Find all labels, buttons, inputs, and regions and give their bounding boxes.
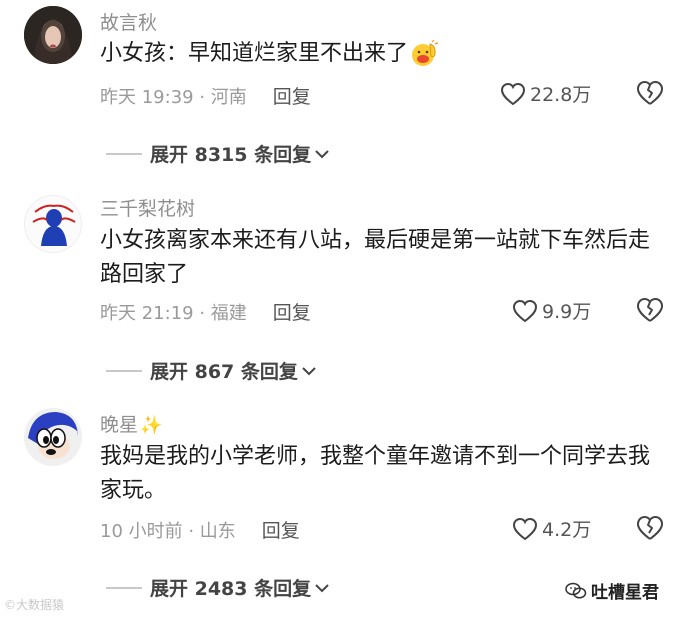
username[interactable]: 三千梨花树 xyxy=(100,194,195,221)
reply-button[interactable]: 回复 xyxy=(273,298,311,325)
time-location: 10 小时前 · 山东 xyxy=(100,520,236,542)
username[interactable]: 晚星 ✨ xyxy=(100,410,162,437)
broken-heart-icon xyxy=(637,298,663,322)
divider-line xyxy=(106,369,142,372)
watermark-left: ©大数据猿 xyxy=(4,598,65,612)
like-button[interactable]: 4.2万 xyxy=(512,515,591,542)
like-count: 9.9万 xyxy=(542,301,592,323)
expand-replies-label: 展开 867 条回复 xyxy=(150,361,298,383)
like-button[interactable]: 9.9万 xyxy=(512,297,591,324)
time-location: 昨天 19:39 · 河南 xyxy=(100,86,247,108)
expand-replies-label: 展开 2483 条回复 xyxy=(150,578,312,600)
comment-meta: 昨天 19:39 · 河南 回复 xyxy=(100,82,311,109)
username-text: 晚星 xyxy=(100,414,139,436)
divider-line xyxy=(106,152,142,155)
dislike-button[interactable] xyxy=(636,297,664,327)
dislike-button[interactable] xyxy=(636,80,664,110)
comment-meta: 10 小时前 · 山东 回复 xyxy=(100,516,300,543)
reply-button[interactable]: 回复 xyxy=(273,82,311,109)
like-button[interactable]: 22.8万 xyxy=(500,80,591,107)
comment-meta: 昨天 21:19 · 福建 回复 xyxy=(100,298,311,325)
heart-outline-icon xyxy=(512,299,538,322)
username[interactable]: 故言秋 xyxy=(100,8,157,35)
expand-replies-button[interactable]: 展开 867 条回复 xyxy=(106,357,317,384)
wechat-icon xyxy=(565,582,587,599)
chevron-down-icon xyxy=(302,366,316,375)
expand-replies-button[interactable]: 展开 2483 条回复 xyxy=(106,574,330,601)
broken-heart-icon xyxy=(637,81,663,105)
comment-text: 我妈是我的小学老师，我整个童年邀请不到一个同学去我家玩。 xyxy=(100,444,651,503)
comment-text: 小女孩离家本来还有八站，最后硬是第一站就下车然后走路回家了 xyxy=(100,228,651,287)
divider-line xyxy=(106,586,142,589)
expand-replies-label: 展开 8315 条回复 xyxy=(150,144,312,166)
time-location: 昨天 21:19 · 福建 xyxy=(100,302,247,324)
broken-heart-icon xyxy=(637,516,663,540)
avatar[interactable] xyxy=(24,195,82,253)
comment-text: 小女孩：早知道烂家里不出来了 xyxy=(100,37,670,71)
comment-text-body: 小女孩：早知道烂家里不出来了 xyxy=(100,41,409,66)
waving-face-emoji-icon xyxy=(412,40,439,66)
heart-outline-icon xyxy=(500,82,526,105)
expand-replies-button[interactable]: 展开 8315 条回复 xyxy=(106,140,330,167)
dislike-button[interactable] xyxy=(636,515,664,545)
avatar[interactable] xyxy=(24,6,82,64)
like-count: 22.8万 xyxy=(530,84,592,106)
watermark-right: 吐槽星君 xyxy=(565,578,659,603)
chevron-down-icon xyxy=(315,583,329,592)
chevron-down-icon xyxy=(315,149,329,158)
avatar[interactable] xyxy=(24,408,82,466)
sparkles-icon: ✨ xyxy=(140,415,163,436)
watermark-right-text: 吐槽星君 xyxy=(591,583,659,603)
reply-button[interactable]: 回复 xyxy=(262,516,300,543)
like-count: 4.2万 xyxy=(542,519,592,541)
heart-outline-icon xyxy=(512,517,538,540)
